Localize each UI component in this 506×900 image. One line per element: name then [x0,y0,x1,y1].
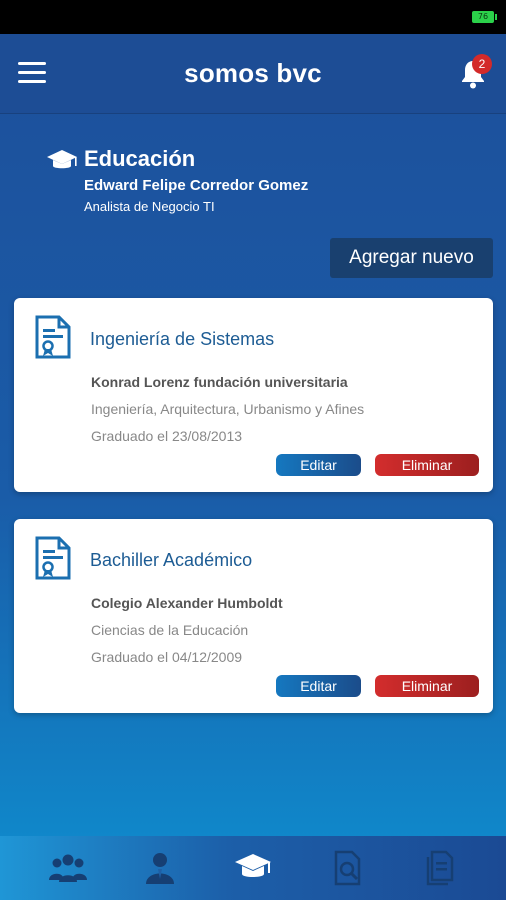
documents-icon[interactable] [420,850,460,886]
education-card: Bachiller Académico Colegio Alexander Hu… [14,519,493,713]
notification-badge: 2 [472,54,492,74]
graduation-date: Graduado el 23/08/2013 [91,428,243,444]
add-new-button[interactable]: Agregar nuevo [330,238,493,278]
bottom-tab-bar [0,836,506,900]
education-card: Ingeniería de Sistemas Konrad Lorenz fun… [14,298,493,492]
study-field: Ingeniería, Arquitectura, Urbanismo y Af… [91,401,365,417]
diploma-icon [35,315,71,359]
study-field: Ciencias de la Educación [91,622,249,638]
edit-button[interactable]: Editar [276,675,361,697]
user-role: Analista de Negocio TI [84,199,215,214]
app-header: somos bvc 2 [0,34,506,114]
brand-logo: somos bvc [184,58,322,88]
user-name: Edward Felipe Corredor Gomez [84,177,309,194]
page-title: Educación [84,146,196,171]
institution-name: Colegio Alexander Humboldt [91,595,283,611]
team-icon[interactable] [48,850,88,886]
graduation-cap-icon[interactable] [233,850,273,886]
battery-icon: 76 [472,11,497,23]
search-document-icon[interactable] [328,850,368,886]
delete-button[interactable]: Eliminar [375,454,479,476]
degree-title: Bachiller Académico [90,550,253,570]
status-bar: 76 [0,0,506,34]
diploma-icon [35,536,71,580]
graduation-date: Graduado el 04/12/2009 [91,649,243,665]
degree-title: Ingeniería de Sistemas [90,329,275,349]
institution-name: Konrad Lorenz fundación universitaria [91,374,348,390]
profile-icon[interactable] [140,850,180,886]
graduation-cap-icon [47,150,77,169]
edit-button[interactable]: Editar [276,454,361,476]
delete-button[interactable]: Eliminar [375,675,479,697]
